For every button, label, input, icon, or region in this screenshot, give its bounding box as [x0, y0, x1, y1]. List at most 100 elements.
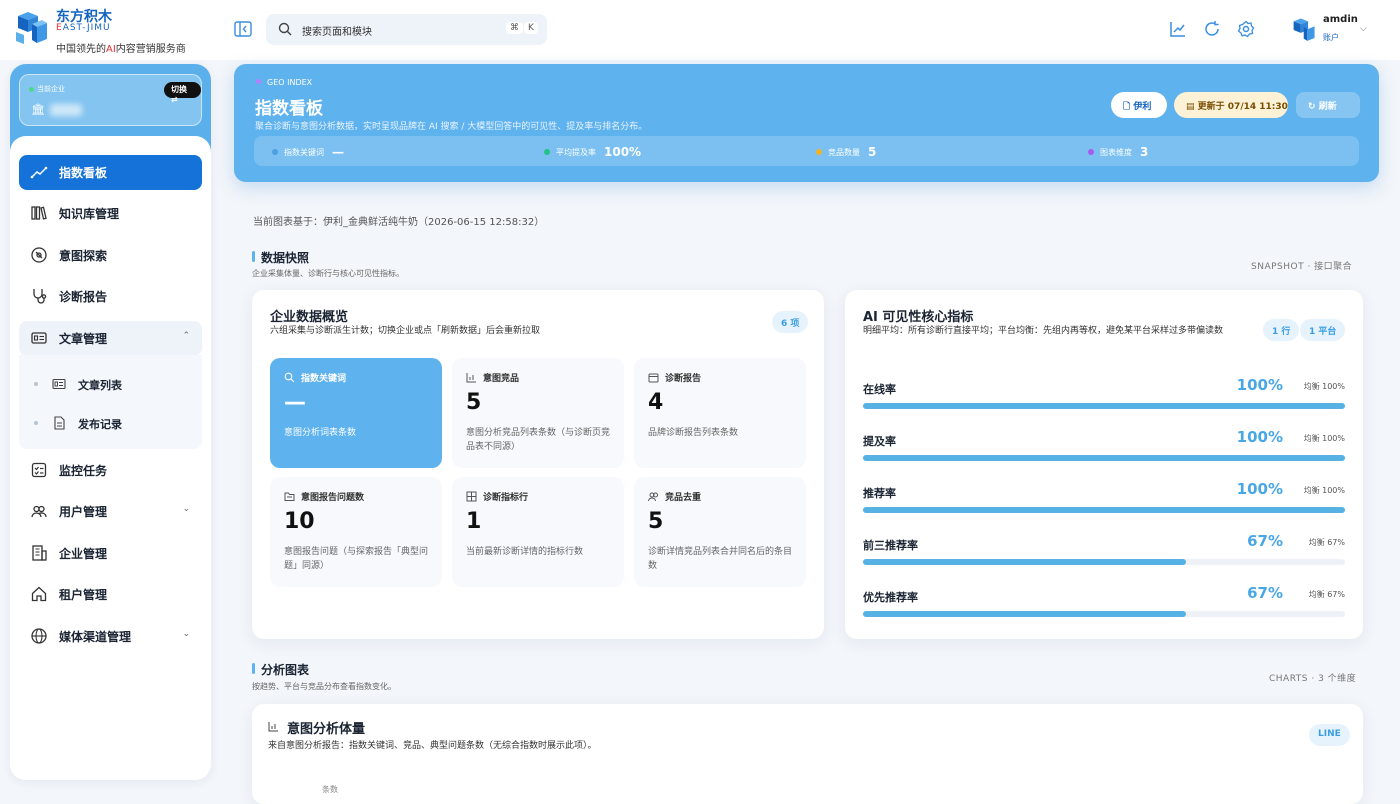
- tile-intent-competitors[interactable]: 意图竞品 5 意图分析竞品列表条数（与诊断页竞品表不同源）: [452, 358, 624, 468]
- user-name[interactable]: amdin: [1323, 14, 1358, 25]
- tile-value: 1: [466, 509, 482, 534]
- shortcut-key-k: K: [524, 22, 538, 34]
- progress-fill: [863, 403, 1345, 409]
- nav-menu: 指数看板 知识库管理 意图探索 诊断报告 文章管理 ⌃ 文章列表 发布记录 监控…: [10, 136, 211, 780]
- brand-logo-icon[interactable]: [14, 10, 48, 46]
- nav-label: 文章管理: [59, 332, 108, 346]
- refresh-button[interactable]: ↻ 刷新: [1296, 92, 1360, 118]
- card-subtitle: 来自意图分析报告：指数关键词、竞品、典型问题条数（无综合指数时展示此项）。: [268, 741, 597, 751]
- grid-icon: [466, 491, 477, 502]
- tile-value: 5: [466, 390, 482, 415]
- updated-time-button[interactable]: ▤ 更新于 07/14 11:30: [1174, 92, 1288, 118]
- globe-icon: [31, 628, 47, 644]
- bullet-dot: [34, 382, 38, 386]
- tenant-switch-button[interactable]: 切换 ⇄: [164, 82, 201, 104]
- metric-label: 前三推荐率: [863, 539, 918, 552]
- progress-fill: [863, 559, 1186, 565]
- tile-desc: 当前最新诊断详情的指标行数: [466, 547, 584, 557]
- nav-item-user-management[interactable]: 用户管理 ⌄: [19, 494, 202, 529]
- card-title: 意图分析体量: [287, 722, 366, 737]
- rows-badge: 1 行: [1263, 319, 1300, 341]
- chevron-down-icon[interactable]: ⌄: [182, 629, 190, 639]
- tile-desc: 意图分析词表条数: [284, 428, 357, 438]
- chevron-up-icon[interactable]: ⌃: [182, 331, 190, 341]
- bullet-dot: [34, 421, 38, 425]
- tenant-card: 当前企业 切换 ⇄ 🏛: [19, 74, 202, 126]
- tile-diagnosis-reports[interactable]: 诊断报告 4 品牌诊断报告列表条数: [634, 358, 806, 468]
- refresh-icon: ↻: [1308, 102, 1316, 112]
- tile-competitor-dedup[interactable]: 竞品去重 5 诊断详情竞品列表合并同名后的条目数: [634, 477, 806, 587]
- hero-stats-bar: 指数关键词 — 平均提及率 100% 竞品数量 5 图表维度 3: [254, 136, 1359, 166]
- nav-item-diagnosis-report[interactable]: 诊断报告: [19, 279, 202, 314]
- trend-chart-icon[interactable]: [1168, 19, 1188, 39]
- metric-row: 提及率 100% 均衡 100%: [863, 428, 1345, 473]
- nav-item-tenant-management[interactable]: 租户管理: [19, 577, 202, 612]
- nav-label: 意图探索: [59, 249, 108, 263]
- chevron-down-icon[interactable]: ⌄: [182, 504, 190, 514]
- users-icon: [648, 492, 658, 502]
- metric-balanced: 均衡 67%: [1308, 590, 1345, 599]
- stat-label: 平均提及率: [556, 148, 596, 157]
- sub-item-article-list[interactable]: 文章列表: [19, 369, 202, 399]
- progress-fill: [863, 455, 1345, 461]
- sub-item-label: 发布记录: [78, 418, 122, 431]
- shortcut-key-cmd: ⌘: [506, 22, 523, 34]
- tile-value: —: [284, 390, 306, 415]
- sidebar-collapse-icon[interactable]: [234, 21, 252, 37]
- brand-filter-button[interactable]: 🗋 伊利: [1111, 92, 1167, 118]
- sidebar: 当前企业 切换 ⇄ 🏛 指数看板 知识库管理 意图探索 诊断报告 文章管理 ⌃: [10, 64, 211, 780]
- chevron-down-icon[interactable]: ⌵: [1360, 24, 1367, 34]
- ai-visibility-card: AI 可见性核心指标 明细平均：所有诊断行直接平均；平台均衡：先组内再等权，避免…: [845, 290, 1363, 639]
- tile-desc: 意图报告问题（与探索报告「典型问题」同源）: [284, 547, 429, 571]
- nav-item-article-management[interactable]: 文章管理 ⌃: [19, 321, 202, 356]
- nav-item-enterprise-management[interactable]: 企业管理: [19, 536, 202, 571]
- nav-item-media-channel-management[interactable]: 媒体渠道管理 ⌄: [19, 619, 202, 654]
- search-placeholder[interactable]: 搜索页面和模块: [302, 23, 372, 38]
- tagline-ai: AI: [106, 44, 116, 55]
- stat-dot: [544, 149, 550, 155]
- calendar-chart-icon: ▤: [1186, 102, 1195, 112]
- avatar[interactable]: [1290, 17, 1316, 43]
- tile-diagnosis-metric-rows[interactable]: 诊断指标行 1 当前最新诊断详情的指标行数: [452, 477, 624, 587]
- home-icon: [31, 586, 47, 602]
- tenant-label: 当前企业: [37, 85, 65, 93]
- tile-intent-report-questions[interactable]: 意图报告问题数 10 意图报告问题（与探索报告「典型问题」同源）: [270, 477, 442, 587]
- article-card-icon: [31, 332, 47, 344]
- building-icon: [32, 545, 47, 561]
- settings-gear-icon[interactable]: [1236, 19, 1256, 39]
- search-bar[interactable]: 搜索页面和模块 ⌘ K: [266, 14, 547, 45]
- count-badge: 6 项: [772, 311, 809, 333]
- tagline-post: 内容营销服务商: [115, 44, 186, 55]
- progress-fill: [863, 507, 1345, 513]
- nav-label: 媒体渠道管理: [59, 630, 132, 644]
- hero-tag: GEO INDEX: [256, 78, 312, 87]
- brand-filter-label: 伊利: [1133, 102, 1152, 112]
- document-icon: 🗋: [1123, 102, 1131, 112]
- progress-track: [863, 559, 1345, 565]
- nav-item-index-dashboard[interactable]: 指数看板: [19, 155, 202, 190]
- sub-item-publish-records[interactable]: 发布记录: [19, 408, 202, 438]
- chart-type-badge: LINE: [1309, 724, 1350, 746]
- stat-value: 5: [868, 145, 877, 159]
- tile-label: 意图竞品: [483, 374, 520, 384]
- chart-basis-note: 当前图表基于：伊利_金典鲜活纯牛奶（2026-06-15 12:58:32）: [253, 217, 545, 228]
- refresh-icon[interactable]: [1202, 19, 1222, 39]
- nav-item-intent-explore[interactable]: 意图探索: [19, 238, 202, 273]
- tile-index-keywords[interactable]: 指数关键词 — 意图分析词表条数: [270, 358, 442, 468]
- tenant-name-redacted: [50, 104, 82, 116]
- trend-line-icon: [30, 166, 48, 179]
- brand-subtitle-initial: E: [56, 23, 63, 33]
- updated-time-label: 更新于 07/14 11:30: [1197, 102, 1288, 112]
- nav-item-knowledge-base[interactable]: 知识库管理: [19, 196, 202, 231]
- progress-track: [863, 611, 1345, 617]
- metric-row: 在线率 100% 均衡 100%: [863, 376, 1345, 421]
- metric-value: 100%: [1236, 480, 1283, 498]
- tile-label: 竞品去重: [665, 493, 702, 503]
- nav-item-monitor-tasks[interactable]: 监控任务: [19, 453, 202, 488]
- tile-value: 10: [284, 509, 315, 534]
- document-icon: [54, 416, 65, 430]
- progress-fill: [863, 611, 1186, 617]
- tile-value: 5: [648, 509, 664, 534]
- calendar-icon: [648, 373, 659, 383]
- nav-label: 监控任务: [59, 464, 108, 478]
